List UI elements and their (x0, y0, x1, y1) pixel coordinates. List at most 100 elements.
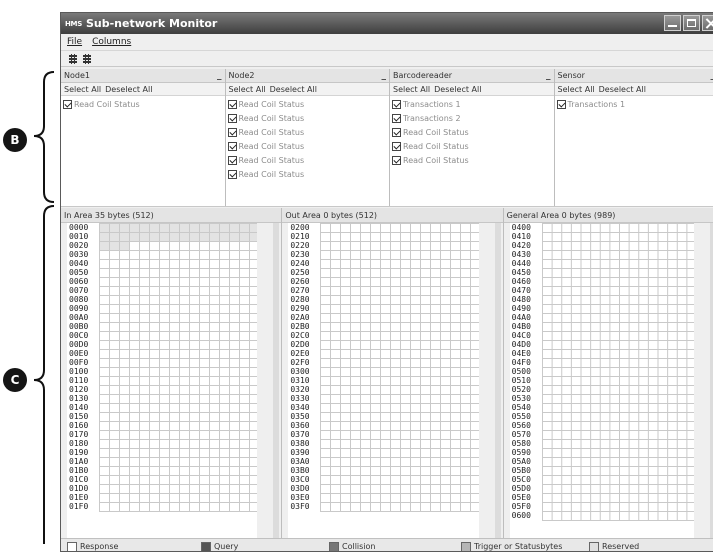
close-button[interactable] (702, 15, 713, 31)
item-checkbox[interactable] (63, 100, 72, 109)
address-label: 02A0 (290, 313, 309, 322)
address-label: 00A0 (69, 313, 88, 322)
item-checkbox[interactable] (228, 142, 237, 151)
select-all-link[interactable]: Select All (64, 85, 101, 94)
legend-item: Reserved (589, 542, 639, 552)
network-stop-icon[interactable] (81, 53, 92, 64)
byte-grid (510, 223, 694, 538)
node-item[interactable]: Read Coil Status (228, 97, 388, 111)
callout-b: B (3, 128, 27, 152)
item-checkbox[interactable] (228, 114, 237, 123)
node-item[interactable]: Read Coil Status (392, 153, 552, 167)
network-start-icon[interactable] (67, 53, 78, 64)
address-label: 0100 (69, 367, 88, 376)
address-label: 03D0 (290, 484, 309, 493)
node-collapse-button[interactable]: _ (546, 72, 551, 80)
node-item[interactable]: Read Coil Status (392, 139, 552, 153)
deselect-all-link[interactable]: Deselect All (599, 85, 646, 94)
node-column: Node1_Select AllDeselect AllRead Coil St… (61, 69, 226, 206)
address-label: 01F0 (69, 502, 88, 511)
select-all-link[interactable]: Select All (393, 85, 430, 94)
address-label: 00E0 (69, 349, 88, 358)
address-label: 05F0 (512, 502, 531, 511)
deselect-all-link[interactable]: Deselect All (105, 85, 152, 94)
item-checkbox[interactable] (228, 156, 237, 165)
address-label: 04A0 (512, 313, 531, 322)
address-label: 05A0 (512, 457, 531, 466)
address-label: 01A0 (69, 457, 88, 466)
used-bytes-cell (99, 232, 257, 241)
node-column: Sensor_Select AllDeselect AllTransaction… (555, 69, 713, 206)
menu-columns[interactable]: Columns (92, 37, 131, 47)
address-label: 05D0 (512, 484, 531, 493)
address-label: 0450 (512, 268, 531, 277)
deselect-all-link[interactable]: Deselect All (434, 85, 481, 94)
address-label: 0470 (512, 286, 531, 295)
address-label: 04D0 (512, 340, 531, 349)
address-label: 05C0 (512, 475, 531, 484)
address-label: 0210 (290, 232, 309, 241)
node-item[interactable]: Read Coil Status (228, 167, 388, 181)
area-scrollbar[interactable] (495, 223, 501, 538)
nodes-panel: Node1_Select AllDeselect AllRead Coil St… (61, 69, 713, 207)
address-label: 03B0 (290, 466, 309, 475)
node-item[interactable]: Read Coil Status (228, 139, 388, 153)
address-label: 0510 (512, 376, 531, 385)
item-checkbox[interactable] (392, 100, 401, 109)
memory-area: Out Area 0 bytes (512)020002100220023002… (282, 208, 503, 538)
address-label: 0310 (290, 376, 309, 385)
address-label: 0560 (512, 421, 531, 430)
address-label: 0570 (512, 430, 531, 439)
item-checkbox[interactable] (392, 142, 401, 151)
node-item[interactable]: Read Coil Status (228, 153, 388, 167)
deselect-all-link[interactable]: Deselect All (270, 85, 317, 94)
node-item[interactable]: Read Coil Status (63, 97, 223, 111)
item-label: Read Coil Status (403, 128, 469, 137)
node-item[interactable]: Transactions 2 (392, 111, 552, 125)
node-collapse-button[interactable]: _ (382, 72, 387, 80)
areas-panel: In Area 35 bytes (512)000000100020003000… (61, 208, 713, 538)
item-checkbox[interactable] (228, 170, 237, 179)
node-item[interactable]: Read Coil Status (228, 125, 388, 139)
address-label: 0390 (290, 448, 309, 457)
item-checkbox[interactable] (557, 100, 566, 109)
address-label: 0370 (290, 430, 309, 439)
item-checkbox[interactable] (392, 114, 401, 123)
item-label: Read Coil Status (239, 128, 305, 137)
minimize-button[interactable] (664, 15, 681, 31)
item-checkbox[interactable] (228, 128, 237, 137)
node-item[interactable]: Read Coil Status (392, 125, 552, 139)
legend-bar: ResponseQueryCollisionTrigger or Statusb… (61, 538, 713, 552)
address-label: 01C0 (69, 475, 88, 484)
address-label: 0490 (512, 304, 531, 313)
node-collapse-button[interactable]: _ (217, 72, 222, 80)
address-label: 0150 (69, 412, 88, 421)
address-label: 0030 (69, 250, 88, 259)
item-checkbox[interactable] (228, 100, 237, 109)
select-all-link[interactable]: Select All (558, 85, 595, 94)
menu-file[interactable]: File (67, 37, 82, 47)
node-item[interactable]: Read Coil Status (228, 111, 388, 125)
address-label: 0350 (290, 412, 309, 421)
legend-label: Query (214, 542, 238, 551)
item-checkbox[interactable] (392, 128, 401, 137)
area-title: General Area 0 bytes (989) (504, 208, 713, 223)
used-bytes-cell (99, 223, 257, 232)
address-label: 0480 (512, 295, 531, 304)
address-label: 0540 (512, 403, 531, 412)
legend-label: Response (80, 542, 118, 551)
item-label: Read Coil Status (74, 100, 140, 109)
title-bar[interactable]: HMS Sub-network Monitor (61, 13, 713, 34)
address-label: 0240 (290, 259, 309, 268)
select-all-link[interactable]: Select All (229, 85, 266, 94)
node-item[interactable]: Transactions 1 (557, 97, 713, 111)
window-title: Sub-network Monitor (86, 17, 217, 30)
node-item[interactable]: Transactions 1 (392, 97, 552, 111)
used-bytes-cell (99, 241, 129, 250)
address-label: 0320 (290, 385, 309, 394)
item-checkbox[interactable] (392, 156, 401, 165)
toolbar (61, 51, 713, 67)
area-scrollbar[interactable] (273, 223, 279, 538)
maximize-button[interactable] (683, 15, 700, 31)
node-name: Barcodereader (393, 71, 452, 80)
